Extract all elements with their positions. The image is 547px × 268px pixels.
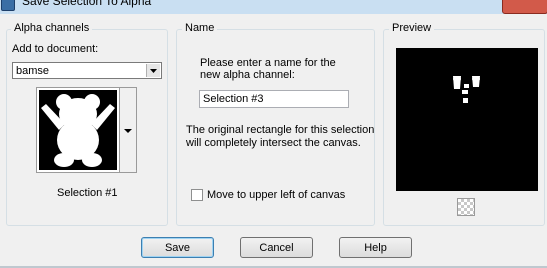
- dropdown-arrow-icon: [124, 129, 132, 133]
- add-to-document-label: Add to document:: [12, 43, 99, 55]
- save-button[interactable]: Save: [141, 237, 214, 258]
- close-button[interactable]: [502, 0, 547, 14]
- app-icon: [1, 0, 15, 11]
- title-bar: Save Selection To Alpha: [0, 0, 547, 14]
- selection-thumbnail[interactable]: [36, 87, 120, 173]
- name-legend: Name: [182, 22, 218, 34]
- help-button[interactable]: Help: [339, 237, 412, 258]
- name-instruction-line1: Please enter a name for the: [200, 57, 336, 69]
- cancel-button[interactable]: Cancel: [240, 237, 313, 258]
- intersect-info-line2: will completely intersect the canvas.: [186, 137, 361, 149]
- name-instruction-line2: new alpha channel:: [200, 69, 295, 81]
- alpha-channels-legend: Alpha channels: [11, 22, 93, 34]
- selection-label: Selection #1: [57, 187, 118, 199]
- bear-silhouette-image: [39, 90, 117, 170]
- selection-dropdown-button[interactable]: [120, 87, 137, 173]
- document-select[interactable]: bamse: [12, 62, 162, 79]
- alpha-name-input[interactable]: [199, 90, 349, 108]
- preview-legend: Preview: [389, 22, 435, 34]
- move-to-upper-left-checkbox[interactable]: [191, 189, 203, 201]
- transparency-toggle-icon[interactable]: [457, 198, 475, 216]
- document-select-value: bamse: [16, 65, 50, 77]
- move-to-upper-left-label[interactable]: Move to upper left of canvas: [207, 189, 345, 201]
- window-title: Save Selection To Alpha: [22, 0, 152, 8]
- intersect-info-line1: The original rectangle for this selectio…: [186, 124, 375, 136]
- chevron-down-icon: [146, 64, 160, 77]
- preview-image: [396, 48, 538, 191]
